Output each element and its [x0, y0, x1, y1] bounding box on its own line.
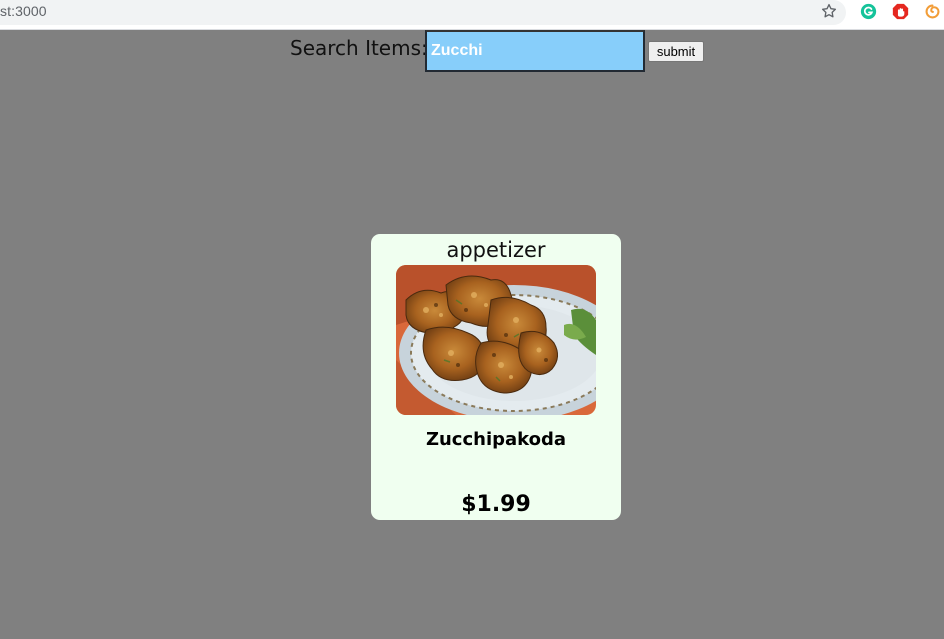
search-label: Search Items: — [290, 36, 428, 60]
adblock-icon[interactable] — [892, 3, 909, 20]
product-category: appetizer — [446, 238, 546, 262]
swirl-icon[interactable] — [924, 3, 941, 20]
page-content: Search Items: submit appetizer — [0, 30, 944, 639]
search-input[interactable] — [425, 30, 645, 72]
url-text[interactable]: st:3000 — [0, 3, 47, 19]
fried-pakoda-photo — [396, 265, 596, 415]
product-price: $1.99 — [461, 492, 531, 517]
product-name: Zucchipakoda — [425, 429, 567, 450]
grammarly-icon[interactable] — [860, 3, 877, 20]
submit-button[interactable]: submit — [648, 41, 704, 62]
star-icon[interactable] — [820, 2, 838, 20]
product-card: appetizer Zucchipakoda $1.99 — [371, 234, 621, 520]
search-form: Search Items: submit — [0, 30, 944, 72]
product-image — [396, 265, 596, 415]
address-bar[interactable]: st:3000 — [0, 0, 846, 25]
browser-toolbar: st:3000 — [0, 0, 944, 30]
